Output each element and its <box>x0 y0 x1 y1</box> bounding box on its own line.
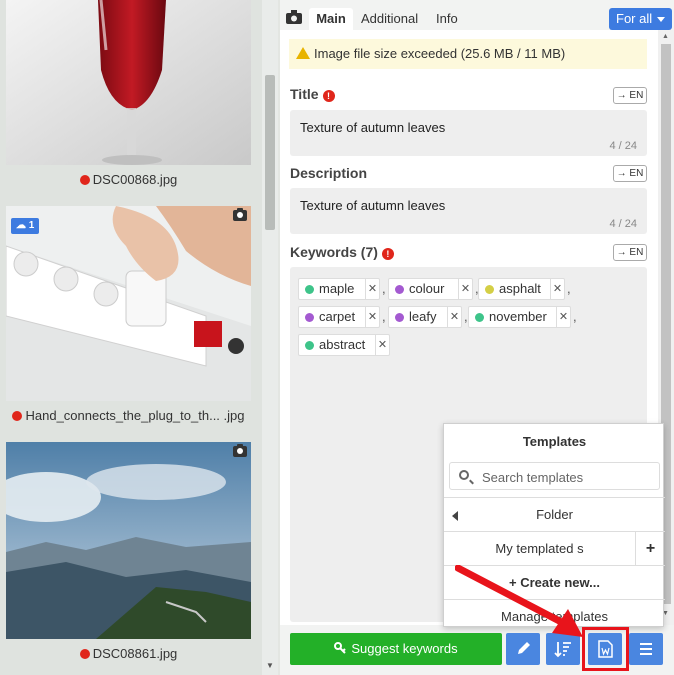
search-icon <box>459 470 469 480</box>
keyword-color-dot <box>475 313 484 322</box>
error-icon: ! <box>322 90 335 102</box>
scroll-up-arrow-icon[interactable]: ▲ <box>662 33 669 40</box>
red-arrow-annotation <box>455 565 583 637</box>
gallery-caption: DSC00868.jpg <box>6 172 251 187</box>
key-icon <box>334 642 347 654</box>
remove-keyword-icon[interactable]: ✕ <box>556 307 570 327</box>
keyword-color-dot <box>305 313 314 322</box>
warning-text: Image file size exceeded (25.6 MB / 11 M… <box>314 46 566 61</box>
keyword-color-dot <box>395 313 404 322</box>
mountain-landscape-image <box>6 442 251 639</box>
remove-keyword-icon[interactable]: ✕ <box>550 279 564 299</box>
gallery-caption: DSC08861.jpg <box>6 646 251 661</box>
templates-folder-row[interactable]: Folder <box>444 497 665 531</box>
keyword-color-dot <box>305 285 314 294</box>
gallery-thumbnail-mountains[interactable] <box>6 442 251 639</box>
templates-search-input[interactable] <box>480 467 655 487</box>
camera-icon[interactable] <box>286 10 302 24</box>
keyword-chip[interactable]: november ✕ <box>468 306 571 328</box>
templates-title: Templates <box>522 434 587 449</box>
templates-search[interactable] <box>449 462 660 490</box>
tab-info[interactable]: Info <box>436 11 458 26</box>
status-dot-icon <box>12 411 23 421</box>
keyword-chip[interactable]: maple ✕ <box>298 278 380 300</box>
keyword-chip[interactable]: carpet ✕ <box>298 306 380 328</box>
keywords-translate-button[interactable]: → EN <box>613 244 647 261</box>
keyword-chip[interactable]: colour ✕ <box>388 278 473 300</box>
camera-icon <box>233 444 247 457</box>
size-warning: Image file size exceeded (25.6 MB / 11 M… <box>289 39 647 69</box>
title-label: Title! <box>290 86 335 102</box>
title-counter: 4 / 24 <box>609 140 637 152</box>
menu-button[interactable] <box>629 633 663 665</box>
template-item[interactable]: My templated s + <box>444 531 665 566</box>
keyword-chip[interactable]: leafy ✕ <box>388 306 462 328</box>
tab-main[interactable]: Main <box>309 8 353 30</box>
description-counter: 4 / 24 <box>609 218 637 230</box>
gallery-thumbnail-wine[interactable] <box>6 0 251 165</box>
scope-dropdown[interactable]: For all <box>609 8 672 30</box>
image-gallery: DSC00868.jpg ☁ 1 Hand_connects_the_plug_… <box>0 0 278 675</box>
scroll-down-arrow-icon[interactable]: ▼ <box>266 661 274 670</box>
tab-additional[interactable]: Additional <box>361 11 418 26</box>
back-arrow-icon[interactable] <box>452 511 458 521</box>
scope-label: For all <box>616 11 653 26</box>
title-translate-button[interactable]: → EN <box>613 87 647 104</box>
status-dot-icon <box>79 175 90 185</box>
cloud-count-badge: ☁ 1 <box>11 218 40 234</box>
remove-keyword-icon[interactable]: ✕ <box>447 307 461 327</box>
camera-icon <box>233 208 247 221</box>
error-icon: ! <box>381 248 394 260</box>
remove-keyword-icon[interactable]: ✕ <box>365 279 379 299</box>
keywords-label: Keywords (7)! <box>290 244 394 260</box>
remove-keyword-icon[interactable]: ✕ <box>375 335 389 355</box>
gallery-caption: Hand_connects_the_plug_to_th... .jpg <box>6 408 251 423</box>
warning-icon <box>296 47 310 59</box>
add-template-icon[interactable]: + <box>635 532 665 566</box>
remove-keyword-icon[interactable]: ✕ <box>365 307 379 327</box>
keyword-chip[interactable]: abstract ✕ <box>298 334 390 356</box>
title-field[interactable]: Texture of autumn leaves 4 / 24 <box>290 110 647 156</box>
remove-keyword-icon[interactable]: ✕ <box>458 279 472 299</box>
status-dot-icon <box>79 649 90 659</box>
hamburger-menu-icon <box>640 643 652 655</box>
gallery-scrollbar-thumb[interactable] <box>265 75 275 230</box>
description-label: Description <box>290 165 368 181</box>
keyword-chip[interactable]: asphalt ✕ <box>478 278 565 300</box>
wine-glass-image <box>6 0 251 165</box>
keyword-color-dot <box>395 285 404 294</box>
description-field[interactable]: Texture of autumn leaves 4 / 24 <box>290 188 647 234</box>
tab-bar: Main Additional Info For all <box>280 8 674 30</box>
plug-image <box>6 206 251 401</box>
keyword-color-dot <box>305 341 314 350</box>
description-translate-button[interactable]: → EN <box>613 165 647 182</box>
keyword-color-dot <box>485 285 494 294</box>
gallery-thumbnail-plug[interactable]: ☁ 1 <box>6 206 251 401</box>
